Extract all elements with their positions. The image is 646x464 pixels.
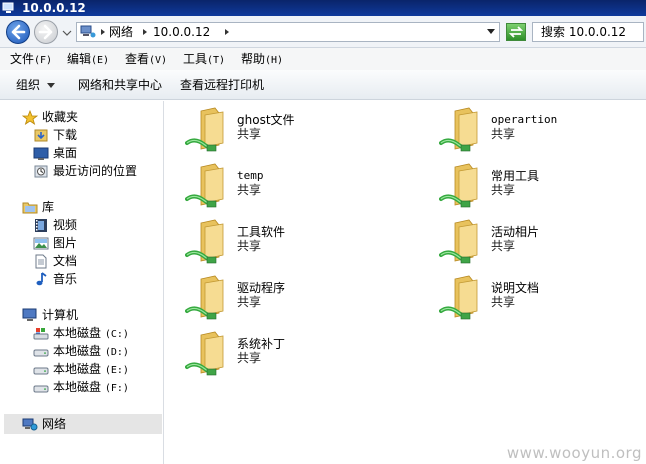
shared-folder-9[interactable]: 系统补丁 共享 — [185, 331, 405, 379]
breadcrumb-network[interactable]: 网络 — [109, 25, 133, 40]
search-input[interactable]: 搜索 10.0.0.12 — [532, 22, 644, 42]
system-drive-icon — [33, 328, 49, 340]
shared-folder-7[interactable]: 驱动程序 共享 — [185, 275, 405, 323]
refresh-button[interactable] — [506, 23, 526, 41]
breadcrumb-separator-icon[interactable] — [141, 27, 149, 37]
computer-icon — [22, 308, 37, 321]
shared-folder-5[interactable]: 工具软件 共享 — [185, 219, 405, 267]
shared-folder-8[interactable]: 说明文档 共享 — [439, 275, 646, 323]
shared-folder-name: 系统补丁 — [237, 337, 286, 351]
navigation-pane: 收藏夹 下载 桌面 最近访问的位置 库 视频 图片 文档 音乐 计算机 本地磁盘… — [0, 101, 164, 464]
hard-drive-icon — [33, 385, 49, 393]
back-button[interactable] — [6, 20, 30, 44]
shared-folder-icon — [439, 107, 478, 152]
menu-view[interactable]: 查看(V) — [125, 52, 167, 68]
window-title: 10.0.0.12 — [22, 1, 86, 15]
shared-folder-1[interactable]: ghost文件 共享 — [185, 107, 405, 155]
menu-file[interactable]: 文件(F) — [10, 52, 52, 68]
shared-folder-icon — [185, 331, 224, 376]
shared-folder-name: 活动相片 — [491, 225, 540, 239]
menu-help[interactable]: 帮助(H) — [241, 52, 283, 68]
recent-places-icon — [34, 165, 48, 178]
shared-folder-type: 共享 — [491, 295, 516, 309]
shared-folder-type: 共享 — [491, 183, 516, 197]
shared-folder-name: 说明文档 — [491, 281, 540, 295]
shared-folder-icon — [185, 219, 224, 264]
document-icon — [35, 254, 47, 269]
refresh-icon — [508, 26, 524, 38]
view-remote-printers-button[interactable]: 查看远程打印机 — [180, 78, 264, 92]
network-icon — [22, 418, 38, 431]
video-icon — [35, 219, 47, 232]
download-folder-icon — [34, 129, 48, 142]
shared-folder-6[interactable]: 活动相片 共享 — [439, 219, 646, 267]
command-bar: 组织 网络和共享中心 查看远程打印机 — [0, 70, 646, 100]
shared-folder-type: 共享 — [237, 239, 262, 253]
hard-drive-icon — [33, 349, 49, 357]
shared-folder-icon — [439, 275, 478, 320]
menu-tools[interactable]: 工具(T) — [183, 52, 225, 68]
network-icon — [80, 25, 96, 38]
breadcrumb-separator-icon[interactable] — [99, 27, 107, 37]
shared-folder-type: 共享 — [237, 351, 262, 365]
content-pane: ghost文件 共享 operartion 共享 temp 共享 常用工具 共享… — [165, 101, 646, 464]
shared-folder-icon — [439, 219, 478, 264]
shared-folder-icon — [185, 275, 224, 320]
organize-button[interactable]: 组织 — [16, 78, 40, 92]
shared-folder-icon — [185, 107, 224, 152]
recent-pages-chevron-down-icon[interactable] — [62, 28, 72, 38]
menu-bar: 文件(F) 编辑(E) 查看(V) 工具(T) 帮助(H) — [0, 48, 646, 70]
picture-icon — [33, 237, 49, 250]
hard-drive-icon — [33, 367, 49, 375]
music-note-icon — [36, 272, 47, 286]
shared-folder-icon — [439, 163, 478, 208]
shared-folder-icon — [185, 163, 224, 208]
shared-folder-type: 共享 — [491, 127, 516, 141]
network-sharing-center-button[interactable]: 网络和共享中心 — [78, 78, 162, 92]
shared-folder-name: operartion — [491, 113, 558, 126]
shared-folder-4[interactable]: 常用工具 共享 — [439, 163, 646, 211]
library-folder-icon — [22, 202, 38, 214]
shared-folder-type: 共享 — [237, 127, 262, 141]
arrow-left-icon — [11, 24, 26, 40]
shared-folder-type: 共享 — [237, 183, 262, 197]
shared-folder-type: 共享 — [491, 239, 516, 253]
desktop-icon — [33, 147, 49, 160]
shared-folder-name: temp — [237, 169, 264, 182]
shared-folder-name: ghost文件 — [237, 113, 295, 127]
shared-folder-type: 共享 — [237, 295, 262, 309]
address-bar[interactable]: 网络 10.0.0.12 — [76, 22, 500, 42]
breadcrumb-host[interactable]: 10.0.0.12 — [153, 25, 210, 40]
address-toolbar: 网络 10.0.0.12 搜索 10.0.0.12 — [0, 16, 646, 48]
title-bar: 10.0.0.12 — [0, 0, 646, 16]
network-computer-icon — [2, 2, 14, 13]
shared-folder-3[interactable]: temp 共享 — [185, 163, 405, 211]
shared-folder-name: 工具软件 — [237, 225, 286, 239]
shared-folder-name: 驱动程序 — [237, 281, 286, 295]
shared-folder-name: 常用工具 — [491, 169, 540, 183]
shared-folder-2[interactable]: operartion 共享 — [439, 107, 646, 155]
watermark: www.wooyun.org — [506, 444, 642, 462]
star-icon — [22, 110, 38, 125]
forward-button[interactable] — [34, 20, 58, 44]
organize-chevron-down-icon[interactable] — [47, 83, 55, 88]
arrow-right-icon — [38, 24, 53, 40]
address-dropdown-icon[interactable] — [487, 29, 495, 35]
menu-edit[interactable]: 编辑(E) — [67, 52, 109, 68]
breadcrumb-separator-icon[interactable] — [223, 27, 231, 37]
